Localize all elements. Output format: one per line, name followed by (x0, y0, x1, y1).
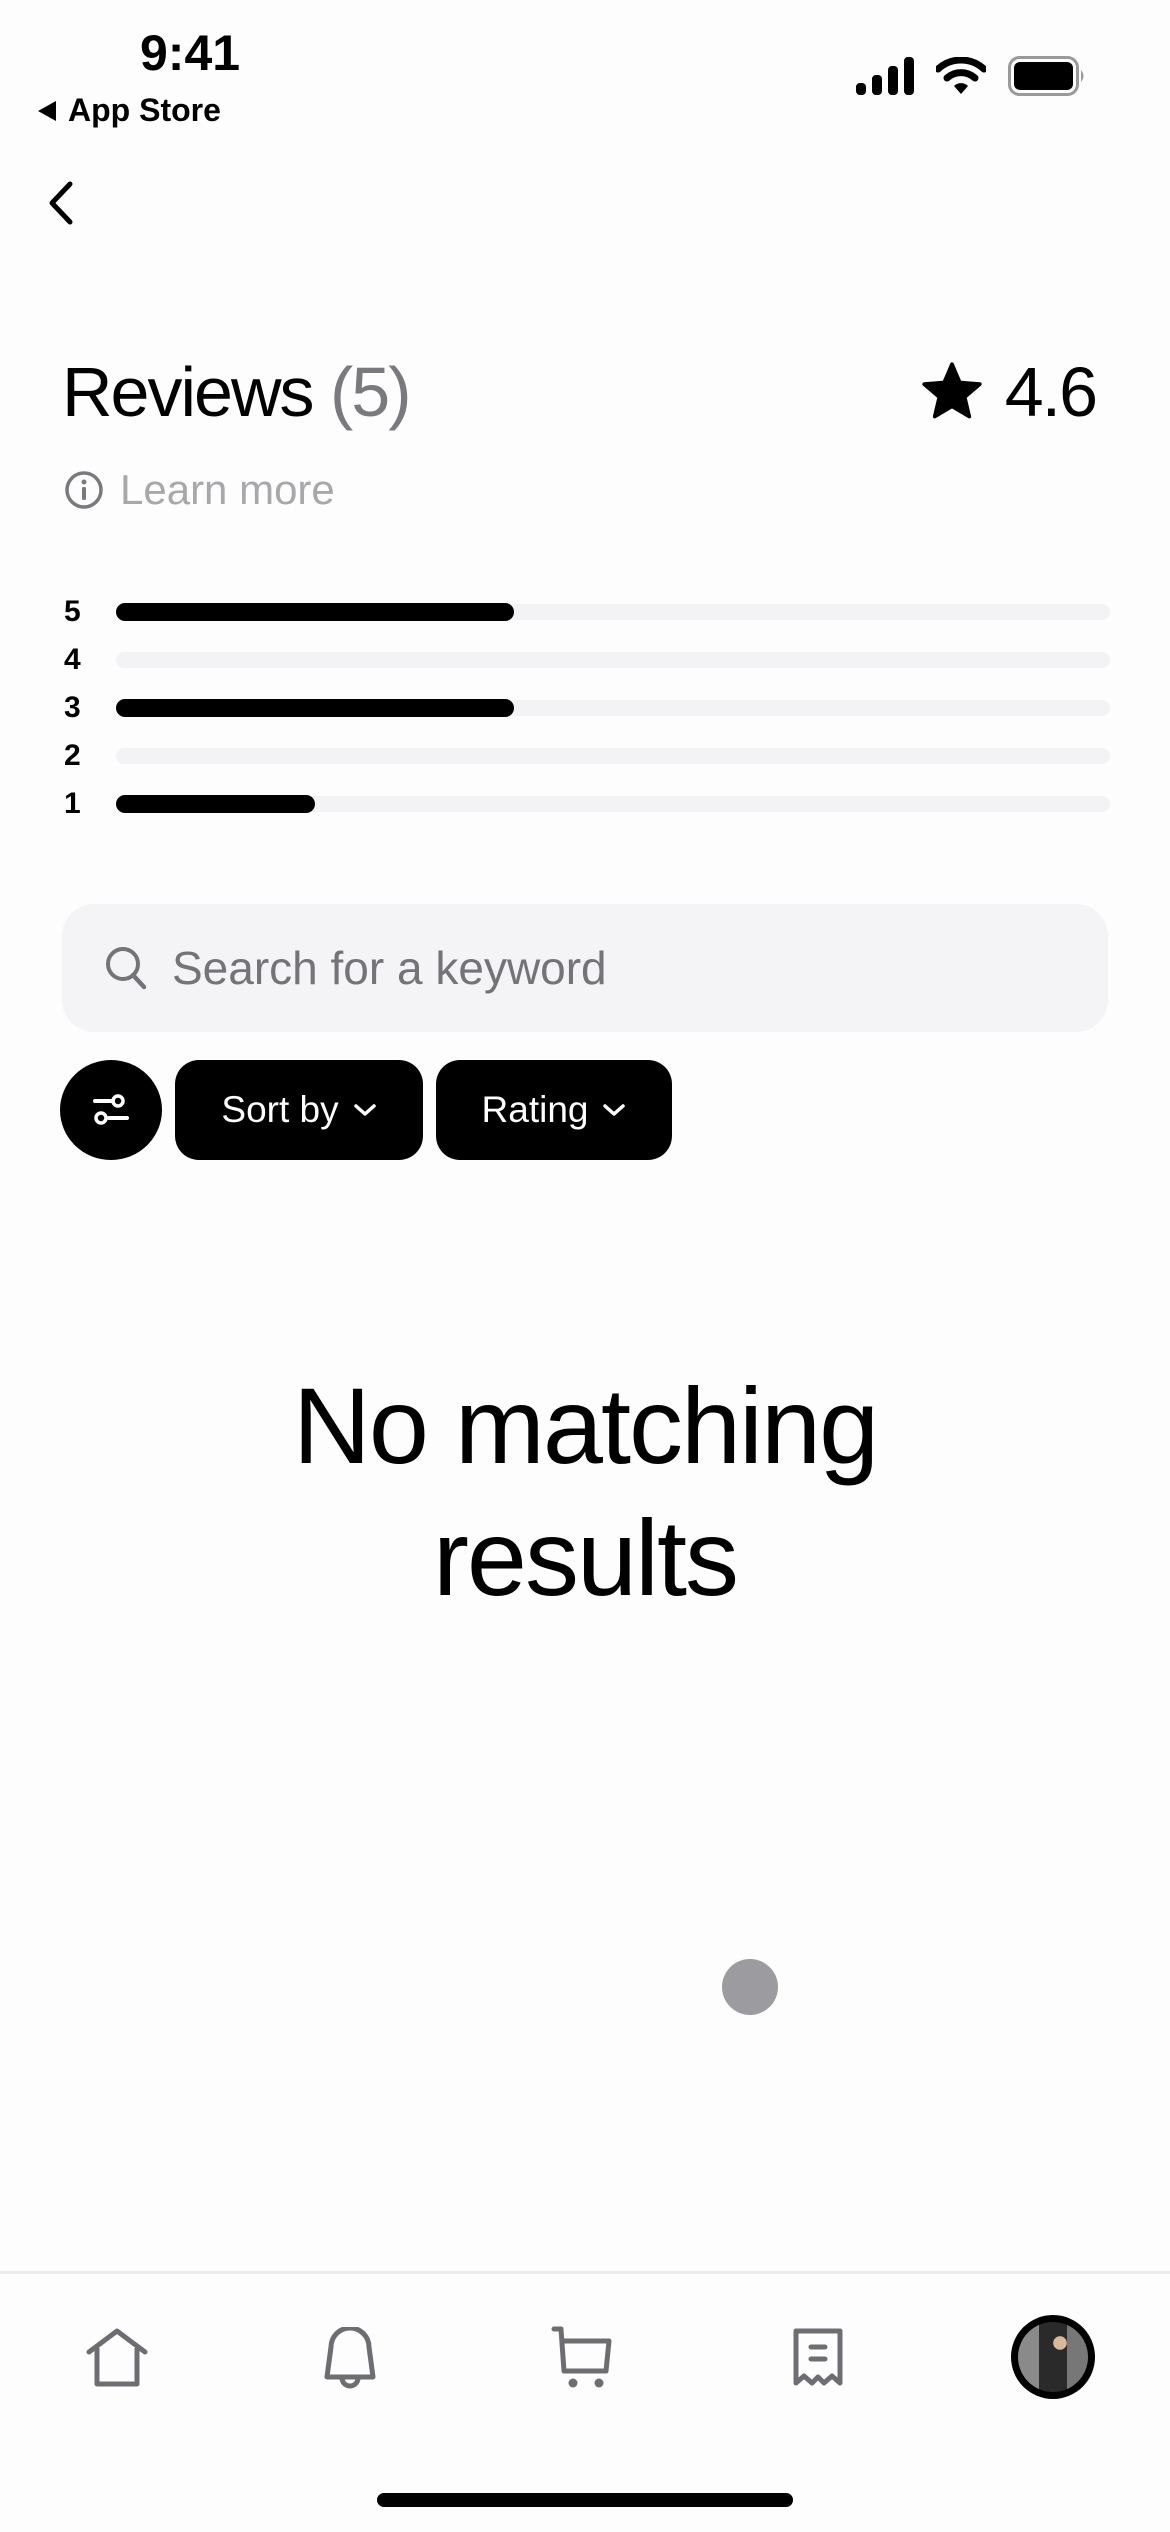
receipt-icon (793, 2328, 843, 2386)
chevron-left-icon (49, 181, 73, 225)
learn-more-label: Learn more (120, 466, 335, 513)
filter-button[interactable] (60, 1060, 162, 1160)
search-icon (106, 947, 147, 990)
title-text: Reviews (62, 353, 315, 431)
distribution-track (116, 603, 1110, 621)
sort-by-dropdown[interactable]: Sort by (175, 1060, 423, 1160)
distribution-star-label: 5 (64, 595, 81, 628)
home-indicator (377, 2493, 793, 2507)
distribution-track (116, 795, 1110, 813)
rating-distribution: 5 4 3 2 1 (62, 588, 1110, 828)
distribution-row: 5 (62, 588, 1110, 636)
distribution-star-label: 4 (64, 643, 81, 676)
search-input[interactable] (172, 941, 1072, 995)
tab-orders[interactable] (778, 2318, 858, 2398)
back-to-app-store[interactable]: App Store (38, 92, 221, 129)
star-icon (922, 362, 982, 419)
tab-cart[interactable] (542, 2318, 622, 2398)
distribution-star-label: 1 (64, 787, 81, 820)
learn-more-link[interactable]: Learn more (64, 466, 335, 514)
distribution-track (116, 652, 1110, 668)
sliders-icon (93, 1094, 129, 1125)
rating-dropdown[interactable]: Rating (436, 1060, 672, 1160)
status-icons (856, 56, 1086, 96)
distribution-row: 2 (62, 732, 1110, 780)
back-app-label: App Store (68, 92, 221, 128)
distribution-track (116, 699, 1110, 717)
wifi-icon (936, 57, 986, 94)
search-bar[interactable] (62, 904, 1108, 1032)
distribution-fill (116, 699, 514, 717)
distribution-star-label: 2 (64, 739, 81, 772)
chevron-down-icon (353, 1104, 376, 1116)
back-button[interactable] (40, 174, 84, 230)
distribution-star-label: 3 (64, 691, 81, 724)
sort-by-label: Sort by (221, 1089, 339, 1130)
chevron-down-icon (603, 1104, 626, 1116)
distribution-row: 1 (62, 780, 1110, 828)
review-count: (5) (329, 353, 412, 431)
empty-state-message: No matching results (0, 1360, 1170, 1624)
tab-home[interactable] (77, 2318, 157, 2398)
average-rating: 4.6 (919, 352, 1098, 432)
back-triangle-icon (38, 100, 56, 121)
distribution-track (116, 748, 1110, 764)
distribution-fill (116, 603, 514, 621)
cellular-signal-icon (856, 57, 914, 95)
filter-bar: Sort by Rating (60, 1060, 672, 1160)
tab-profile-avatar[interactable] (1011, 2315, 1095, 2399)
avatar-photo (1018, 2322, 1088, 2392)
tab-notifications[interactable] (310, 2318, 390, 2398)
status-time: 9:41 (140, 25, 241, 81)
info-icon (65, 471, 103, 509)
rating-filter-label: Rating (481, 1089, 589, 1130)
page-title: Reviews (5) (62, 352, 412, 432)
empty-state-line2: results (432, 1497, 739, 1618)
touch-indicator (722, 1959, 778, 2015)
average-rating-value: 4.6 (1004, 353, 1098, 431)
distribution-fill (116, 795, 315, 813)
distribution-row: 4 (62, 636, 1110, 684)
bell-icon (324, 2327, 376, 2389)
empty-state-line1: No matching (292, 1365, 879, 1486)
home-icon (86, 2328, 148, 2387)
cart-icon (551, 2326, 612, 2388)
battery-icon (1008, 56, 1084, 96)
tab-bar-divider (0, 2271, 1170, 2274)
distribution-row: 3 (62, 684, 1110, 732)
